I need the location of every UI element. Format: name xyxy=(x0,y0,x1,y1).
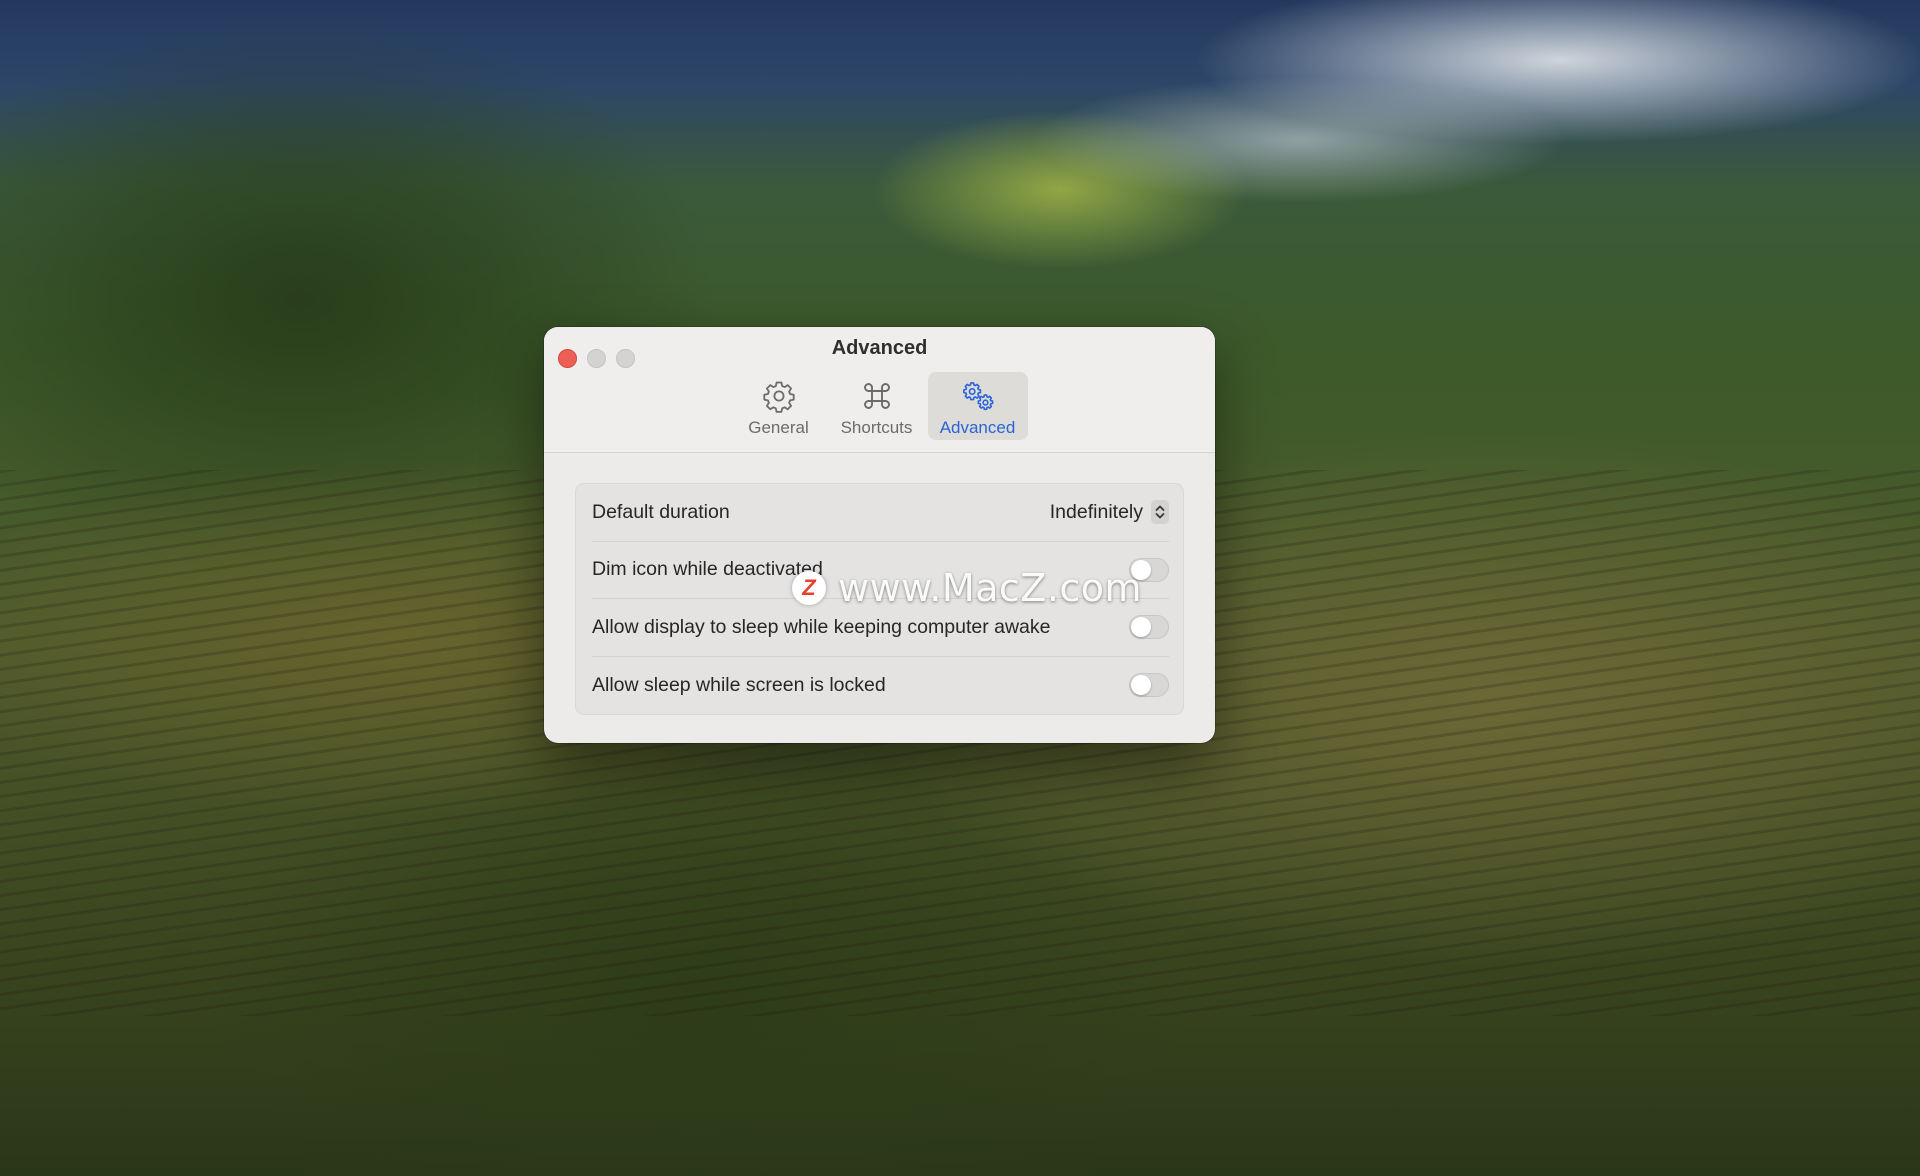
tab-shortcuts[interactable]: Shortcuts xyxy=(830,372,924,440)
up-down-chevron-icon xyxy=(1151,500,1169,525)
tab-advanced[interactable]: Advanced xyxy=(927,372,1028,440)
gears-icon xyxy=(962,382,993,411)
setting-row-allow-sleep-locked: Allow sleep while screen is locked xyxy=(592,657,1169,715)
allow-display-sleep-label: Allow display to sleep while keeping com… xyxy=(592,615,1051,638)
tab-general-label: General xyxy=(748,418,809,437)
toggle-knob xyxy=(1131,617,1151,638)
default-duration-value: Indefinitely xyxy=(1049,500,1143,523)
window-titlebar: Advanced General Shortcuts Advanced xyxy=(544,327,1215,453)
setting-row-default-duration: Default duration Indefinitely xyxy=(592,484,1169,542)
gear-icon xyxy=(762,381,795,413)
toggle-knob xyxy=(1131,675,1151,696)
allow-sleep-locked-label: Allow sleep while screen is locked xyxy=(592,673,886,696)
tab-shortcuts-label: Shortcuts xyxy=(840,418,913,437)
settings-content: Default duration Indefinitely Dim icon w… xyxy=(544,453,1215,715)
window-title: Advanced xyxy=(831,337,928,359)
default-duration-label: Default duration xyxy=(592,500,730,523)
setting-row-allow-display-sleep: Allow display to sleep while keeping com… xyxy=(592,599,1169,657)
toggle-knob xyxy=(1131,559,1151,580)
dim-icon-label: Dim icon while deactivated xyxy=(592,558,823,581)
settings-group: Default duration Indefinitely Dim icon w… xyxy=(575,483,1184,715)
setting-row-dim-icon: Dim icon while deactivated xyxy=(592,542,1169,599)
preferences-window: Advanced General Shortcuts Advanced Defa… xyxy=(544,327,1215,743)
default-duration-popup[interactable]: Indefinitely xyxy=(1049,500,1169,525)
preferences-toolbar: General Shortcuts Advanced xyxy=(544,372,1215,440)
dim-icon-toggle[interactable] xyxy=(1129,557,1169,582)
tab-advanced-label: Advanced xyxy=(939,418,1016,437)
command-key-icon xyxy=(863,383,890,409)
tab-general[interactable]: General xyxy=(732,372,826,440)
allow-sleep-locked-toggle[interactable] xyxy=(1129,673,1169,698)
allow-display-sleep-toggle[interactable] xyxy=(1129,615,1169,640)
